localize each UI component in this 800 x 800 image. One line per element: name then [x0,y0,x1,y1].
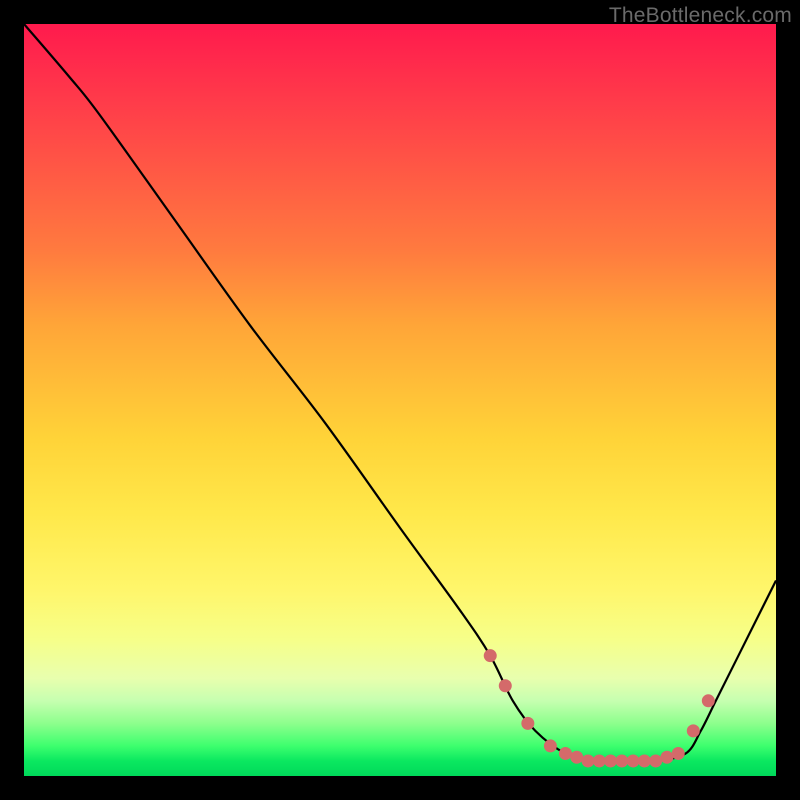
marker-dot [521,717,534,730]
marker-dot [702,694,715,707]
marker-dot [499,679,512,692]
bottleneck-curve [24,24,776,762]
chart-frame: TheBottleneck.com [0,0,800,800]
marker-dot [627,754,640,767]
marker-dot [660,751,673,764]
marker-dot [593,754,606,767]
plot-area [24,24,776,776]
marker-dot [604,754,617,767]
marker-dot [672,747,685,760]
marker-dot [649,754,662,767]
marker-dot [638,754,651,767]
marker-dot [615,754,628,767]
marker-dot [687,724,700,737]
marker-dot [544,739,557,752]
marker-dot [582,754,595,767]
marker-dot [559,747,572,760]
curve-svg [24,24,776,776]
marker-dot [484,649,497,662]
marker-dot [570,751,583,764]
